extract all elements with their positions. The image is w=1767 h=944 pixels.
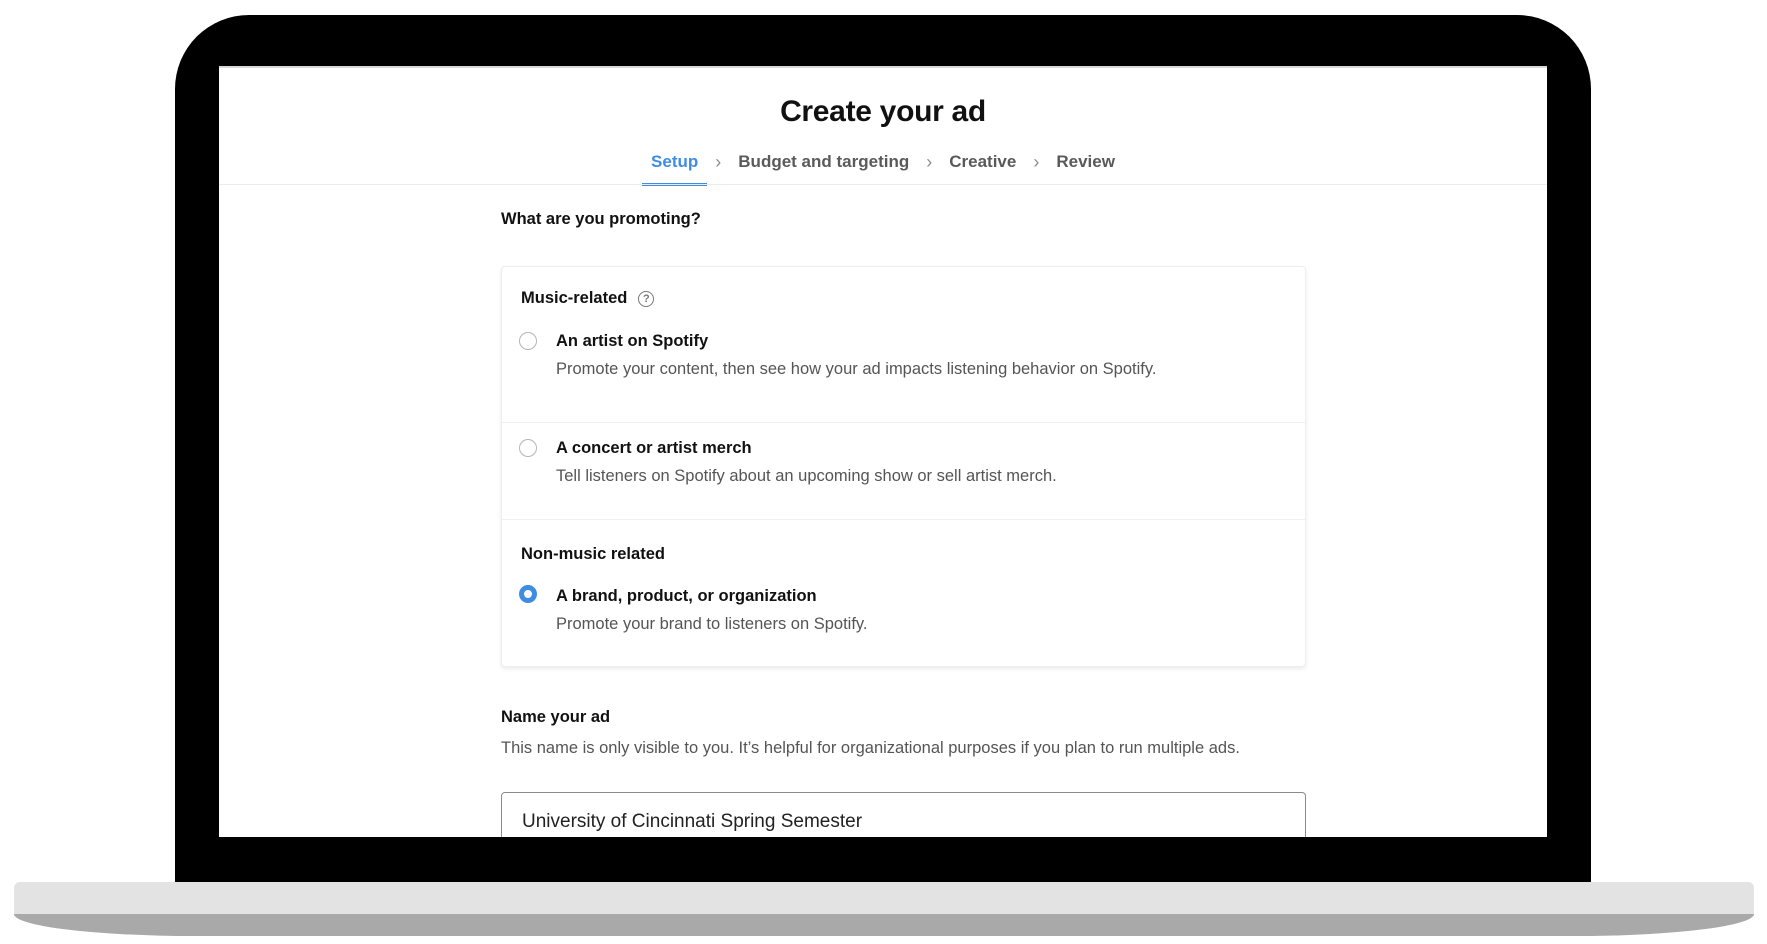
radio-concert-or-artist-merch[interactable] [519, 439, 537, 457]
step-budget-and-targeting[interactable]: Budget and targeting [729, 152, 918, 186]
chevron-right-icon: › [1033, 152, 1040, 172]
radio-artist-on-spotify[interactable] [519, 332, 537, 350]
name-your-ad-label: Name your ad [501, 708, 611, 726]
header-divider [219, 184, 1547, 185]
laptop-base-edge [14, 914, 1754, 936]
step-setup[interactable]: Setup [642, 152, 708, 186]
step-review[interactable]: Review [1047, 152, 1124, 186]
option-artist-on-spotify[interactable]: An artist on Spotify Promote your conten… [502, 327, 1305, 407]
laptop-base [14, 882, 1754, 916]
option-title: An artist on Spotify [556, 332, 709, 350]
stepper: Setup › Budget and targeting › Creative … [219, 152, 1547, 186]
chevron-right-icon: › [926, 152, 933, 172]
promoting-question: What are you promoting? [501, 210, 701, 228]
name-your-ad-help: This name is only visible to you. It’s h… [501, 739, 1240, 757]
non-music-related-heading: Non-music related [521, 545, 665, 563]
promotion-options-card: Music-related ? An artist on Spotify Pro… [501, 266, 1306, 667]
chevron-right-icon: › [715, 152, 722, 172]
option-brand-product-organization[interactable]: A brand, product, or organization Promot… [502, 585, 1305, 655]
music-related-heading: Music-related ? [521, 289, 655, 308]
laptop-screen: Create your ad Setup › Budget and target… [219, 66, 1547, 837]
ad-name-input[interactable] [501, 792, 1306, 837]
option-description: Promote your content, then see how your … [556, 360, 1157, 378]
radio-brand-product-organization[interactable] [519, 585, 537, 603]
option-concert-or-artist-merch[interactable]: A concert or artist merch Tell listeners… [502, 439, 1305, 509]
option-divider [502, 519, 1305, 520]
step-creative[interactable]: Creative [940, 152, 1025, 186]
page-title: Create your ad [780, 95, 986, 128]
option-description: Promote your brand to listeners on Spoti… [556, 615, 868, 633]
option-divider [502, 422, 1305, 423]
music-related-label: Music-related [521, 289, 628, 307]
option-description: Tell listeners on Spotify about an upcom… [556, 467, 1057, 485]
option-title: A concert or artist merch [556, 439, 752, 457]
question-circle-icon[interactable]: ? [638, 290, 655, 307]
option-title: A brand, product, or organization [556, 587, 817, 605]
